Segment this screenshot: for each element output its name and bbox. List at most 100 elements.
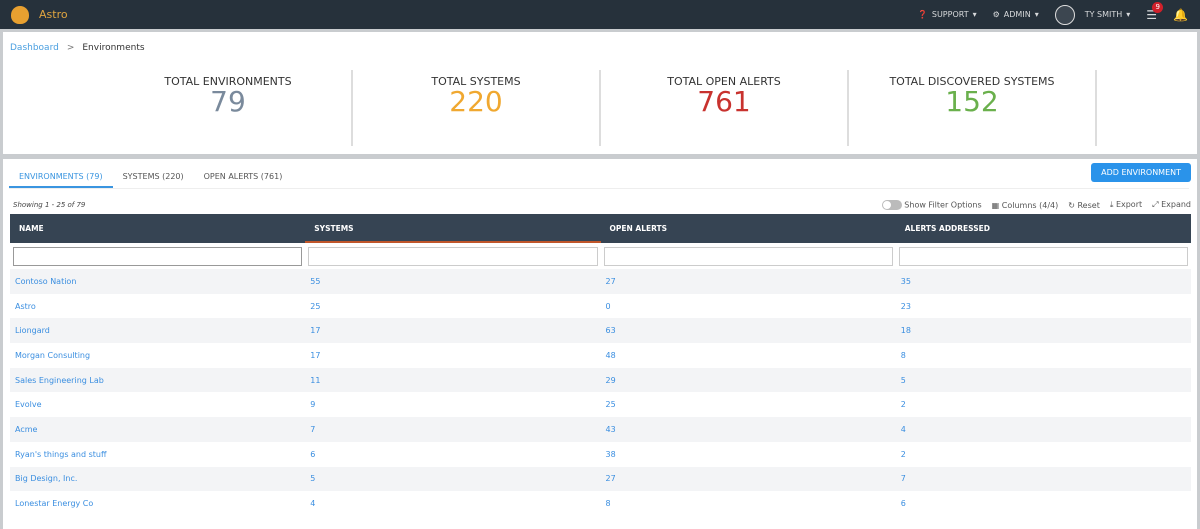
refresh-icon: ↻ <box>1068 200 1075 210</box>
filter-cell <box>305 243 601 269</box>
showing-count: Showing 1 - 25 of 79 <box>13 201 86 209</box>
filter-cell <box>895 243 1191 269</box>
column-header-open-alerts[interactable]: OPEN ALERTS <box>600 214 896 243</box>
cell-systems[interactable]: 7 <box>305 417 601 442</box>
cell-alerts-addressed[interactable]: 35 <box>895 269 1191 294</box>
filter-toggle[interactable]: Show Filter Options <box>881 200 982 210</box>
filter-label: Show Filter Options <box>904 200 982 210</box>
cell-open-alerts[interactable]: 29 <box>600 367 896 393</box>
user-name: TY SMITH <box>1084 10 1123 19</box>
cell-open-alerts[interactable]: 63 <box>600 318 896 344</box>
table-row[interactable]: Contoso Nation 55 27 35 <box>10 269 1191 294</box>
cell-open-alerts[interactable]: 43 <box>600 417 896 442</box>
stat-value[interactable]: 152 <box>849 88 1095 116</box>
table-row[interactable]: Ryan's things and stuff 6 38 2 <box>10 442 1191 467</box>
cell-open-alerts[interactable]: 48 <box>601 343 896 368</box>
table-row[interactable]: Sales Engineering Lab 11 29 5 <box>10 367 1191 393</box>
breadcrumb-separator: > <box>66 43 75 53</box>
cell-systems[interactable]: 25 <box>305 294 600 319</box>
stat-value[interactable]: 761 <box>601 88 847 116</box>
cell-open-alerts[interactable]: 0 <box>601 294 896 319</box>
cell-name[interactable]: Big Design, Inc. <box>10 466 306 492</box>
cell-open-alerts[interactable]: 8 <box>601 491 896 516</box>
user-menu[interactable]: TY SMITH ▾ <box>1054 4 1131 25</box>
cell-systems[interactable]: 9 <box>305 392 600 417</box>
name-filter-input[interactable] <box>13 246 303 266</box>
app-name[interactable]: Astro <box>39 8 68 21</box>
cell-name[interactable]: Contoso Nation <box>10 269 306 294</box>
cell-systems[interactable]: 11 <box>305 367 601 393</box>
filter-cell <box>10 243 306 269</box>
systems-filter-input[interactable] <box>308 246 598 266</box>
stat-value[interactable]: 79 <box>105 88 351 116</box>
add-environment-button[interactable]: ADD ENVIRONMENT <box>1091 163 1191 182</box>
cell-alerts-addressed[interactable]: 18 <box>895 318 1191 344</box>
tab-environments[interactable]: ENVIRONMENTS (79) <box>9 166 113 188</box>
cell-open-alerts[interactable]: 25 <box>601 392 896 417</box>
export-label: Export <box>1115 200 1143 209</box>
stat-value[interactable]: 220 <box>353 88 599 116</box>
breadcrumb-current: Environments <box>82 43 145 53</box>
tasks-button[interactable]: ☰ 9 <box>1146 1 1164 22</box>
cell-alerts-addressed[interactable]: 2 <box>896 392 1191 417</box>
table-row[interactable]: Liongard 17 63 18 <box>10 318 1191 344</box>
reset-button[interactable]: ↻ Reset <box>1068 201 1100 210</box>
export-button[interactable]: ⤓ Export <box>1110 200 1142 210</box>
expand-button[interactable]: ⤢ Expand <box>1152 200 1191 210</box>
cell-name[interactable]: Liongard <box>10 318 306 344</box>
tab-open-alerts[interactable]: OPEN ALERTS (761) <box>194 166 293 188</box>
table-row[interactable]: Acme 7 43 4 <box>10 417 1191 442</box>
caret-down-icon: ▾ <box>972 10 977 19</box>
table-row[interactable]: Morgan Consulting 17 48 8 <box>10 343 1191 368</box>
top-bar: Astro ❓ SUPPORT ▾ ⚙ ADMIN ▾ TY SMITH ▾ ☰ 9 🔔 <box>0 0 1200 29</box>
bell-icon[interactable]: 🔔 <box>1173 8 1188 22</box>
cell-systems[interactable]: 4 <box>305 491 600 516</box>
column-header-name[interactable]: NAME <box>10 214 306 243</box>
expand-label: Expand <box>1161 200 1191 209</box>
table-row[interactable]: Evolve 9 25 2 <box>10 392 1191 417</box>
cell-name[interactable]: Astro <box>10 294 305 319</box>
cell-name[interactable]: Acme <box>10 417 306 442</box>
avatar <box>1054 4 1075 25</box>
open-alerts-filter-input[interactable] <box>603 246 893 266</box>
breadcrumb-dashboard[interactable]: Dashboard <box>10 43 59 53</box>
tab-bar: ENVIRONMENTS (79) SYSTEMS (220) OPEN ALE… <box>9 166 1189 189</box>
cell-alerts-addressed[interactable]: 8 <box>896 343 1191 368</box>
admin-menu[interactable]: ⚙ ADMIN ▾ <box>993 10 1039 19</box>
cell-open-alerts[interactable]: 38 <box>601 442 896 467</box>
cell-alerts-addressed[interactable]: 7 <box>895 466 1191 492</box>
cell-open-alerts[interactable]: 27 <box>600 269 896 294</box>
tab-systems[interactable]: SYSTEMS (220) <box>113 166 194 188</box>
cell-systems[interactable]: 17 <box>305 343 600 368</box>
table-row[interactable]: Astro 25 0 23 <box>10 294 1191 319</box>
cell-name[interactable]: Ryan's things and stuff <box>10 442 305 467</box>
stats-summary: TOTAL ENVIRONMENTS 79 TOTAL SYSTEMS 220 TOTA… <box>3 64 1197 154</box>
column-header-systems[interactable]: SYSTEMS <box>305 214 601 243</box>
columns-button[interactable]: ▦ Columns (4/4) <box>992 201 1059 210</box>
table-row[interactable]: Big Design, Inc. 5 27 7 <box>10 466 1191 492</box>
cell-name[interactable]: Sales Engineering Lab <box>10 367 306 393</box>
support-label: SUPPORT <box>931 10 969 19</box>
cell-systems[interactable]: 17 <box>305 318 601 344</box>
cell-systems[interactable]: 6 <box>305 442 600 467</box>
cell-systems[interactable]: 5 <box>305 466 601 492</box>
environments-panel: ENVIRONMENTS (79) SYSTEMS (220) OPEN ALE… <box>3 159 1197 529</box>
cell-alerts-addressed[interactable]: 23 <box>896 294 1191 319</box>
cell-open-alerts[interactable]: 27 <box>600 466 896 492</box>
lion-logo-icon[interactable] <box>11 5 29 24</box>
cell-alerts-addressed[interactable]: 2 <box>896 442 1191 467</box>
alerts-addressed-filter-input[interactable] <box>898 246 1188 266</box>
gear-icon: ⚙ <box>992 10 1000 19</box>
table-row[interactable]: Lonestar Energy Co 4 8 6 <box>10 491 1191 516</box>
cell-alerts-addressed[interactable]: 4 <box>895 417 1191 442</box>
cell-name[interactable]: Morgan Consulting <box>10 343 305 368</box>
cell-alerts-addressed[interactable]: 5 <box>895 367 1191 393</box>
caret-down-icon: ▾ <box>1126 10 1131 19</box>
cell-systems[interactable]: 55 <box>305 269 601 294</box>
column-header-alerts-addressed[interactable]: ALERTS ADDRESSED <box>895 214 1191 243</box>
breadcrumb: Dashboard > Environments <box>3 32 1197 64</box>
cell-alerts-addressed[interactable]: 6 <box>896 491 1191 516</box>
cell-name[interactable]: Evolve <box>10 392 305 417</box>
cell-name[interactable]: Lonestar Energy Co <box>10 491 305 516</box>
support-menu[interactable]: ❓ SUPPORT ▾ <box>918 10 977 19</box>
